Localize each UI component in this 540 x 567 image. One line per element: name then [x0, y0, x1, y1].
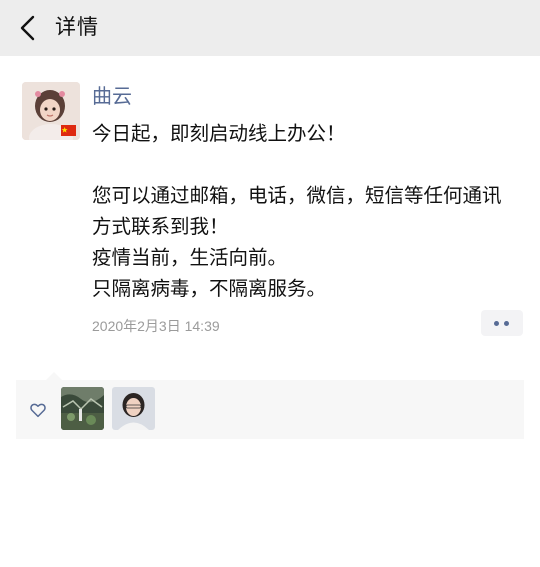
- more-button[interactable]: [481, 310, 523, 336]
- liker-avatar-image: [61, 387, 104, 430]
- chevron-left-icon: [20, 15, 35, 41]
- post-content: 今日起，即刻启动线上办公！ 您可以通过邮箱，电话，微信，短信等任何通讯方式联系到…: [92, 122, 502, 300]
- back-button[interactable]: [12, 10, 44, 46]
- liker-avatar[interactable]: [61, 387, 104, 430]
- avatar-image: [22, 82, 80, 140]
- liker-avatar-image: [112, 387, 155, 430]
- likes-section: [16, 372, 524, 439]
- heart-outline-icon: [30, 403, 46, 418]
- post-timestamp: 2020年2月3日 14:39: [92, 318, 220, 334]
- navigation-bar: 详情: [0, 0, 540, 56]
- author-name[interactable]: 曲云: [92, 82, 132, 110]
- page-title: 详情: [55, 15, 99, 39]
- liker-avatar[interactable]: [112, 387, 155, 430]
- likes-pointer: [46, 372, 62, 380]
- avatar[interactable]: [22, 82, 80, 140]
